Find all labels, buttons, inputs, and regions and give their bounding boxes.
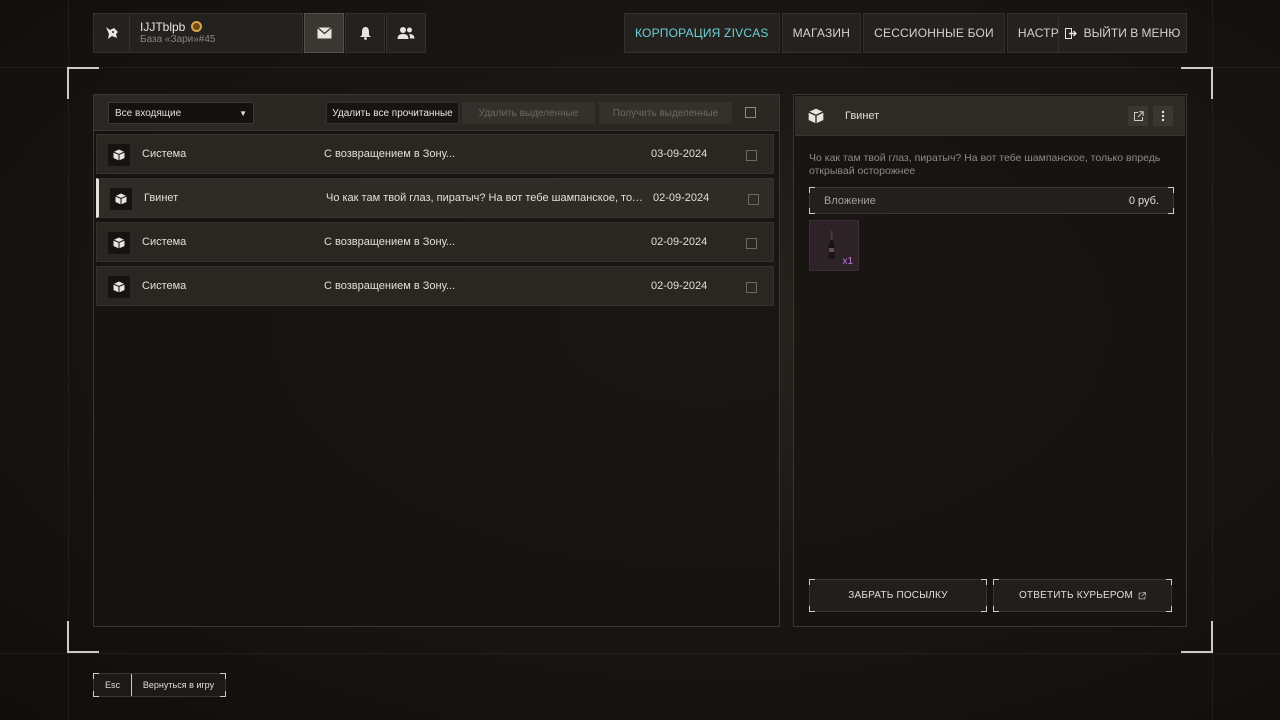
message-subject: С возвращением в Зону... xyxy=(324,280,456,292)
frame-corner xyxy=(809,187,815,193)
message-checkbox[interactable] xyxy=(746,150,757,161)
more-options-button[interactable] xyxy=(1153,106,1173,126)
message-date: 03-09-2024 xyxy=(651,148,708,160)
inbox-panel: Все входящие ▼ Удалить все прочитанные У… xyxy=(93,94,780,627)
external-link-icon xyxy=(1133,110,1144,121)
player-base: База «Зари»#45 xyxy=(140,34,216,46)
player-nickname: IJJTblpb xyxy=(140,19,186,34)
attachment-value: 0 руб. xyxy=(1128,194,1159,207)
grid-line xyxy=(0,653,1280,654)
kebab-menu-icon xyxy=(1161,110,1165,122)
tab-session-battles[interactable]: СЕССИОННЫЕ БОИ xyxy=(863,13,1005,53)
message-date: 02-09-2024 xyxy=(651,280,708,292)
tab-shop[interactable]: МАГАЗИН xyxy=(781,13,862,53)
message-checkbox[interactable] xyxy=(748,194,759,205)
attached-item-slot[interactable]: x1 xyxy=(809,220,859,271)
main-nav: КОРПОРАЦИЯ ZIVCAS МАГАЗИН СЕССИОННЫЕ БОИ… xyxy=(624,13,1105,53)
frame-corner xyxy=(93,691,99,697)
take-parcel-label: ЗАБРАТЬ ПОСЫЛКУ xyxy=(848,590,948,601)
grid-line xyxy=(0,67,1280,68)
tab-corporation[interactable]: КОРПОРАЦИЯ ZIVCAS xyxy=(624,13,780,53)
frame-corner xyxy=(93,673,99,679)
detail-header: Гвинет xyxy=(795,96,1185,136)
champagne-bottle-icon xyxy=(828,231,835,259)
message-sender: Гвинет xyxy=(144,192,179,204)
frame-corner xyxy=(993,579,999,585)
message-row-selected[interactable]: Гвинет Чо как там твой глаз, пиратыч? На… xyxy=(96,178,774,218)
wolf-head-icon xyxy=(94,14,130,52)
detail-sender: Гвинет xyxy=(845,110,880,122)
friends-icon xyxy=(397,27,415,39)
frame-corner xyxy=(993,606,999,612)
message-detail-panel: Гвинет Чо как там твой глаз, пиратыч? На… xyxy=(793,94,1187,627)
frame-corner xyxy=(1168,187,1174,193)
inbox-filter-select[interactable]: Все входящие ▼ xyxy=(108,102,254,124)
frame-corner xyxy=(220,673,226,679)
message-sender: Система xyxy=(142,280,187,292)
grid-line xyxy=(1212,0,1213,720)
message-row[interactable]: Система С возвращением в Зону... 02-09-2… xyxy=(96,222,774,262)
delete-read-button[interactable]: Удалить все прочитанные xyxy=(326,102,459,124)
esc-key-hint: Esc xyxy=(94,674,132,696)
message-sender: Система xyxy=(142,236,187,248)
bell-icon xyxy=(359,27,371,40)
exit-label: ВЫЙТИ В МЕНЮ xyxy=(1083,26,1181,40)
package-icon xyxy=(805,105,827,127)
external-link-icon xyxy=(1138,591,1146,599)
frame-corner xyxy=(809,208,815,214)
message-subject: Чо как там твой глаз, пиратыч? На вот те… xyxy=(326,192,646,204)
profile-card[interactable]: IJJTblpb База «Зари»#45 xyxy=(93,13,303,53)
caret-down-icon: ▼ xyxy=(239,109,247,118)
delete-selected-button[interactable]: Удалить выделенные xyxy=(462,102,595,124)
frame-corner xyxy=(809,606,815,612)
message-sender: Система xyxy=(142,148,187,160)
frame-corner xyxy=(809,579,815,585)
mail-button[interactable] xyxy=(304,13,344,53)
reply-courier-button[interactable]: ОТВЕТИТЬ КУРЬЕРОМ xyxy=(993,579,1172,612)
friends-button[interactable] xyxy=(386,13,426,53)
grid-line xyxy=(68,0,69,720)
take-parcel-button[interactable]: ЗАБРАТЬ ПОСЫЛКУ xyxy=(809,579,987,612)
message-subject: С возвращением в Зону... xyxy=(324,148,456,160)
attachment-label: Вложение xyxy=(824,194,876,207)
notifications-button[interactable] xyxy=(345,13,385,53)
open-external-button[interactable] xyxy=(1128,106,1148,126)
message-row[interactable]: Система С возвращением в Зону... 02-09-2… xyxy=(96,266,774,306)
exit-icon xyxy=(1064,27,1077,39)
attachment-row: Вложение 0 руб. xyxy=(809,187,1174,214)
message-row[interactable]: Система С возвращением в Зону... 03-09-2… xyxy=(96,134,774,174)
exit-to-menu-button[interactable]: ВЫЙТИ В МЕНЮ xyxy=(1058,13,1187,53)
reply-courier-label: ОТВЕТИТЬ КУРЬЕРОМ xyxy=(1018,590,1134,601)
package-icon xyxy=(108,144,130,166)
message-date: 02-09-2024 xyxy=(653,192,710,204)
rank-badge-icon xyxy=(191,21,203,33)
package-icon xyxy=(108,276,130,298)
return-to-game-label: Вернуться в игру xyxy=(142,680,215,690)
frame-corner xyxy=(981,606,987,612)
message-checkbox[interactable] xyxy=(746,282,757,293)
package-icon xyxy=(110,188,132,210)
message-body: Чо как там твой глаз, пиратыч? На вот те… xyxy=(809,152,1161,177)
return-to-game-button[interactable]: Esc Вернуться в игру xyxy=(93,673,226,697)
select-all-checkbox[interactable] xyxy=(745,107,756,118)
mail-icon xyxy=(316,27,332,39)
message-checkbox[interactable] xyxy=(746,238,757,249)
frame-corner xyxy=(1166,579,1172,585)
receive-selected-button[interactable]: Получить выделенные xyxy=(599,102,732,124)
frame-corner xyxy=(1168,208,1174,214)
inbox-filter-value: Все входящие xyxy=(115,107,182,119)
frame-corner xyxy=(1166,606,1172,612)
frame-corner xyxy=(220,691,226,697)
frame-corner xyxy=(981,579,987,585)
item-quantity: x1 xyxy=(842,256,853,267)
package-icon xyxy=(108,232,130,254)
message-subject: С возвращением в Зону... xyxy=(324,236,456,248)
message-date: 02-09-2024 xyxy=(651,236,708,248)
inbox-toolbar: Все входящие ▼ Удалить все прочитанные У… xyxy=(94,95,779,131)
